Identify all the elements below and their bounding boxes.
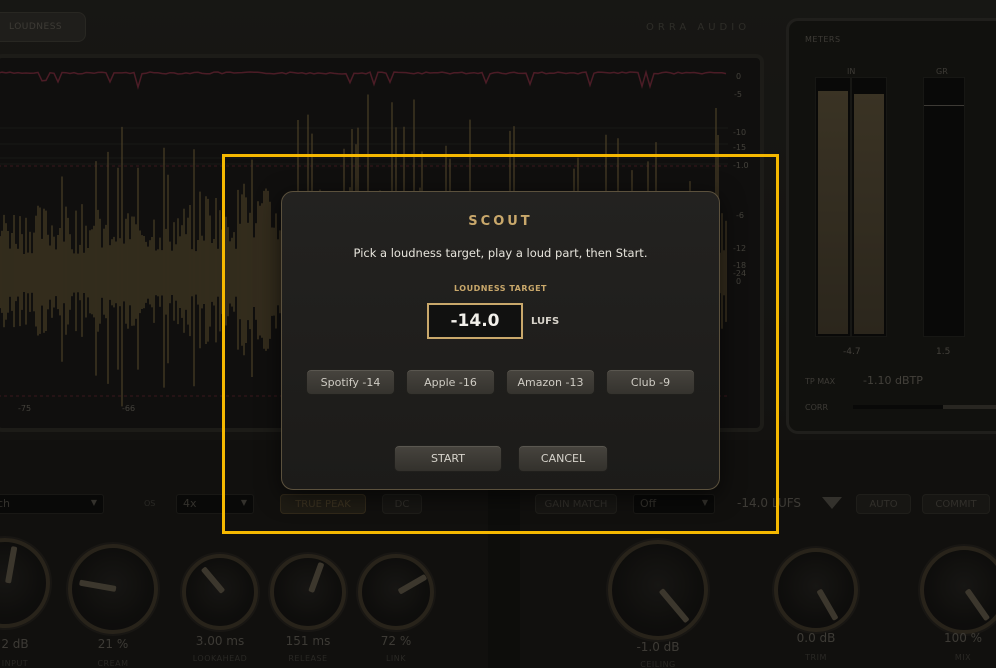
focus-highlight — [222, 154, 779, 534]
plugin-window: LOUDNESS ORRA AUDIO 0 -5 -10 -15 -1.0 -6… — [0, 0, 996, 668]
